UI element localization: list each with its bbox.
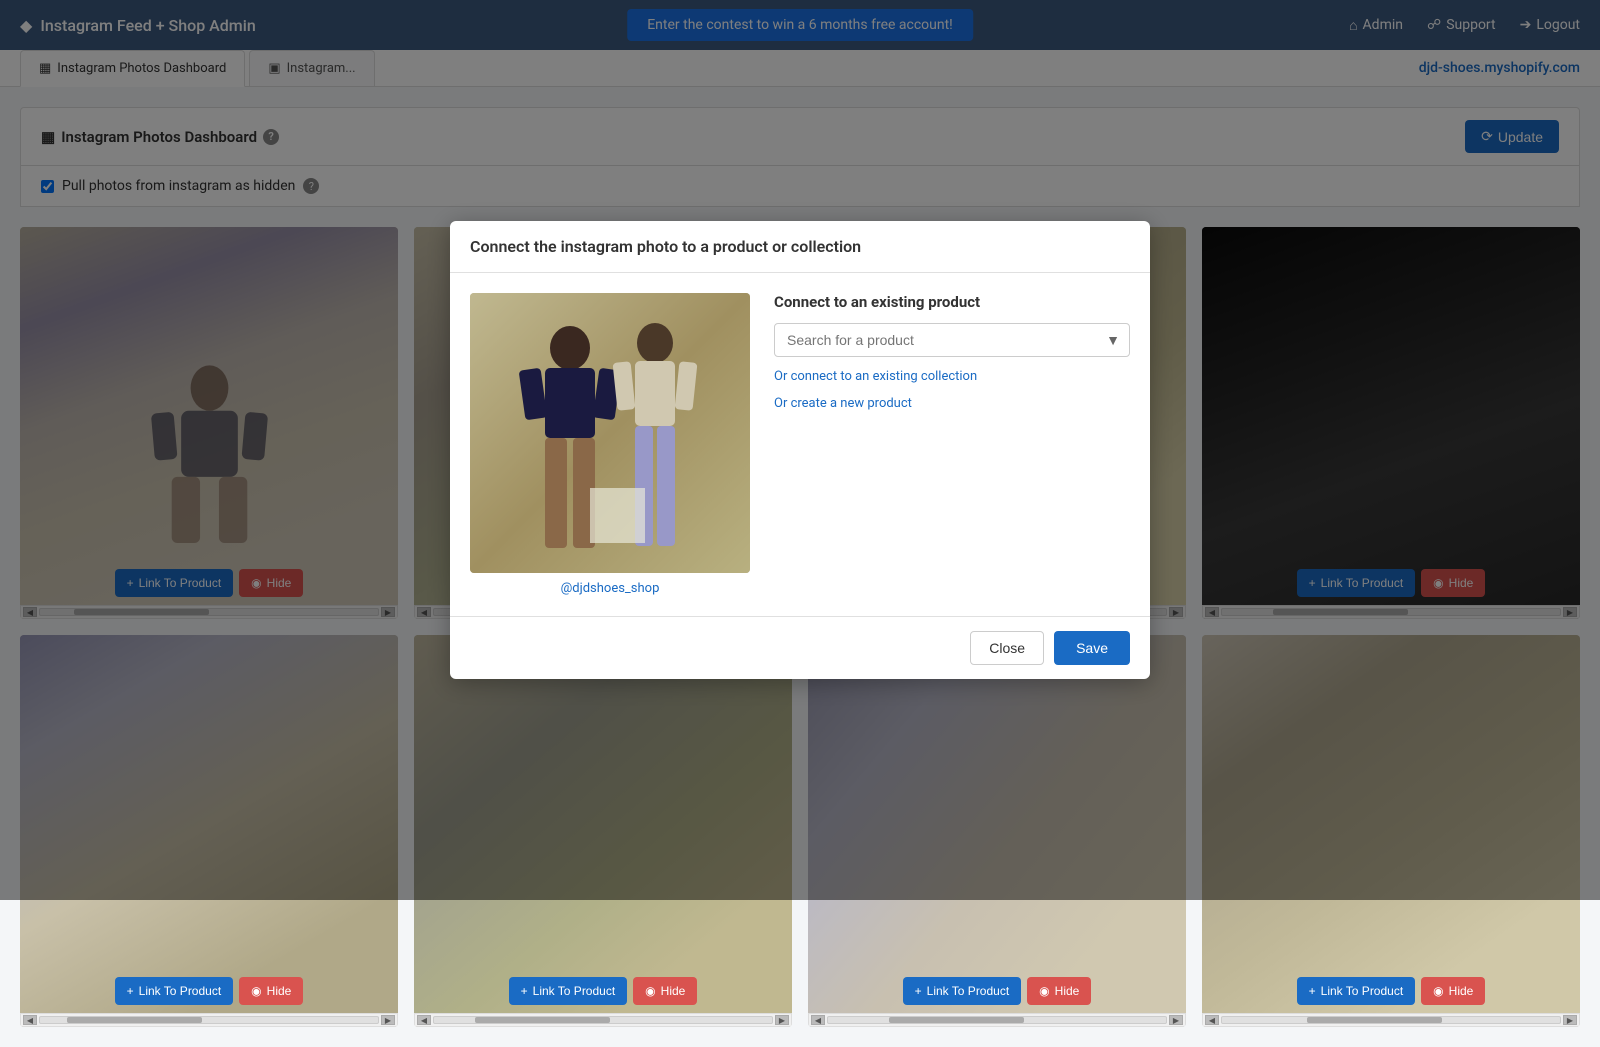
scroll-track-5[interactable] [39, 1016, 379, 1024]
hide-btn-6[interactable]: ◉ Hide [633, 977, 697, 1005]
connect-label: Connect to an existing product [774, 293, 1130, 311]
plus-icon-8: + [1309, 984, 1316, 998]
modal-footer: Close Save [450, 616, 1150, 679]
eye-icon-7: ◉ [1039, 984, 1049, 998]
link-product-btn-6[interactable]: + Link To Product [509, 977, 628, 1005]
scroll-left-8[interactable]: ◀ [1205, 1015, 1219, 1025]
create-product-link[interactable]: Or create a new product [774, 396, 1130, 411]
scroll-track-7[interactable] [827, 1016, 1167, 1024]
scrollbar-6[interactable]: ◀ ▶ [414, 1013, 792, 1027]
product-search-input[interactable] [774, 323, 1130, 357]
scrollbar-5[interactable]: ◀ ▶ [20, 1013, 398, 1027]
photo-buttons-8: + Link To Product ◉ Hide [1202, 977, 1580, 1005]
scroll-track-8[interactable] [1221, 1016, 1561, 1024]
eye-icon-6: ◉ [645, 984, 655, 998]
scrollbar-7[interactable]: ◀ ▶ [808, 1013, 1186, 1027]
link-product-btn-5[interactable]: + Link To Product [115, 977, 234, 1005]
modal-right-side: Connect to an existing product ▼ Or conn… [774, 293, 1130, 596]
modal: Connect the instagram photo to a product… [450, 221, 1150, 679]
search-input-wrapper: ▼ [774, 323, 1130, 357]
modal-title: Connect the instagram photo to a product… [470, 237, 861, 256]
modal-body: @djdshoes_shop Connect to an existing pr… [450, 273, 1150, 616]
scrollbar-8[interactable]: ◀ ▶ [1202, 1013, 1580, 1027]
scroll-left-6[interactable]: ◀ [417, 1015, 431, 1025]
scroll-right-7[interactable]: ▶ [1169, 1015, 1183, 1025]
collection-link[interactable]: Or connect to an existing collection [774, 369, 1130, 384]
close-button[interactable]: Close [970, 631, 1044, 665]
modal-header: Connect the instagram photo to a product… [450, 221, 1150, 273]
hide-btn-5[interactable]: ◉ Hide [239, 977, 303, 1005]
modal-image-svg [470, 293, 750, 573]
link-product-btn-8[interactable]: + Link To Product [1297, 977, 1416, 1005]
modal-image-side: @djdshoes_shop [470, 293, 750, 596]
photo-buttons-5: + Link To Product ◉ Hide [20, 977, 398, 1005]
save-button[interactable]: Save [1054, 631, 1130, 665]
hide-btn-7[interactable]: ◉ Hide [1027, 977, 1091, 1005]
plus-icon-6: + [521, 984, 528, 998]
scroll-right-5[interactable]: ▶ [381, 1015, 395, 1025]
modal-overlay[interactable]: Connect the instagram photo to a product… [0, 0, 1600, 900]
plus-icon-5: + [127, 984, 134, 998]
scroll-left-7[interactable]: ◀ [811, 1015, 825, 1025]
link-product-btn-7[interactable]: + Link To Product [903, 977, 1022, 1005]
scroll-right-6[interactable]: ▶ [775, 1015, 789, 1025]
photo-buttons-6: + Link To Product ◉ Hide [414, 977, 792, 1005]
plus-icon-7: + [915, 984, 922, 998]
photo-buttons-7: + Link To Product ◉ Hide [808, 977, 1186, 1005]
hide-btn-8[interactable]: ◉ Hide [1421, 977, 1485, 1005]
eye-icon-5: ◉ [251, 984, 261, 998]
modal-product-image [470, 293, 750, 573]
scroll-track-6[interactable] [433, 1016, 773, 1024]
scroll-right-8[interactable]: ▶ [1563, 1015, 1577, 1025]
scroll-left-5[interactable]: ◀ [23, 1015, 37, 1025]
modal-image-caption: @djdshoes_shop [470, 581, 750, 596]
eye-icon-8: ◉ [1433, 984, 1443, 998]
